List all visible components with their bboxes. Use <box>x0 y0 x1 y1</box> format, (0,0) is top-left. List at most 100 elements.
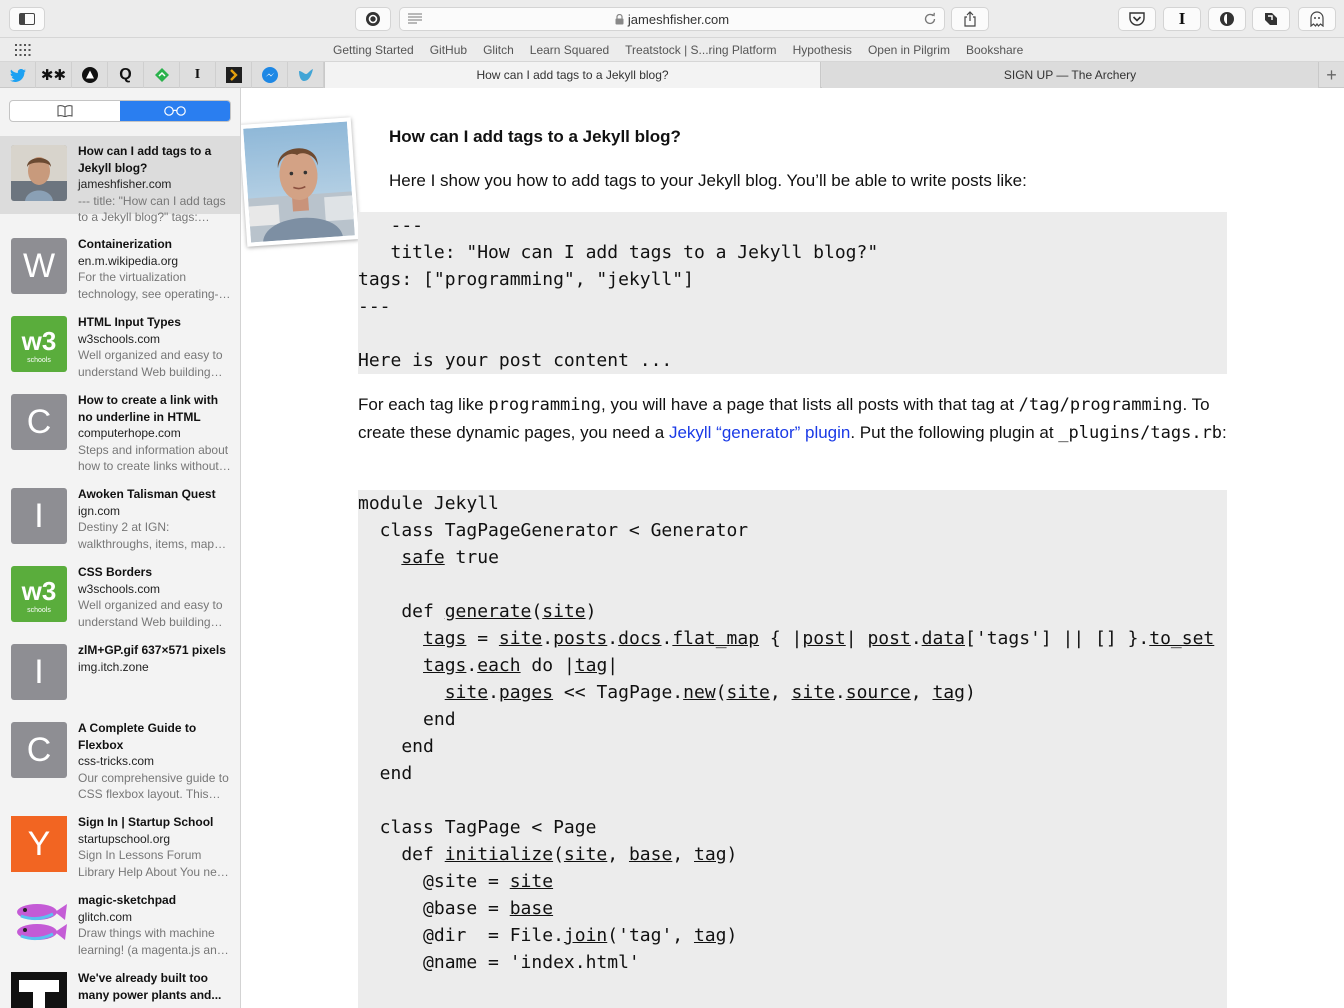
bookmark-github[interactable]: GitHub <box>422 43 475 57</box>
reload-icon[interactable] <box>922 11 938 27</box>
svg-text:schools: schools <box>27 357 51 364</box>
jekyll-generator-link[interactable]: Jekyll “generator” plugin <box>669 423 850 442</box>
reading-list-domain: w3schools.com <box>78 581 161 596</box>
instapaper-icon: I <box>1178 9 1186 28</box>
reading-list-text: Sign In | Startup School startupschool.o… <box>78 814 232 880</box>
reading-list-title: How to create a link with no underline i… <box>78 393 219 424</box>
pinned-tab-quora[interactable]: Q <box>108 62 144 88</box>
pinned-tab-asterisk[interactable]: ✱✱ <box>36 62 72 88</box>
reading-list-item[interactable]: How can I add tags to a Jekyll blog? jam… <box>0 136 240 224</box>
apps-grid-icon[interactable] <box>15 44 31 56</box>
reading-list-item[interactable]: magic-sketchpad glitch.com Draw things w… <box>0 885 240 963</box>
pinned-tab-plex[interactable] <box>216 62 252 88</box>
reading-list-description: Our comprehensive guide to CSS flexbox l… <box>78 770 229 802</box>
paragraph-text: : <box>1222 423 1227 442</box>
w3schools-icon: w3 schools <box>11 566 67 622</box>
tab-inactive[interactable]: SIGN UP — The Archery <box>822 62 1318 88</box>
pocket-button[interactable] <box>1118 7 1156 31</box>
reading-list-domain: glitch.com <box>78 909 133 924</box>
svg-text:w3: w3 <box>21 326 57 356</box>
bookmark-open-in-pilgrim[interactable]: Open in Pilgrim <box>860 43 958 57</box>
bookmark-hypothesis[interactable]: Hypothesis <box>785 43 860 57</box>
reading-list-item[interactable]: I zlM+GP.gif 637×571 pixels img.itch.zon… <box>0 635 240 713</box>
bookmark-treatstock[interactable]: Treatstock | S...ring Platform <box>617 43 784 57</box>
author-portrait-image <box>243 121 355 243</box>
bookmark-glitch[interactable]: Glitch <box>475 43 522 57</box>
letter-thumbnail-icon: I <box>11 644 67 700</box>
reading-list-text: How can I add tags to a Jekyll blog? jam… <box>78 143 232 226</box>
sidebar-toggle-button[interactable] <box>9 7 45 31</box>
instapaper-icon: I <box>194 67 201 82</box>
book-icon <box>57 105 73 117</box>
reading-list-item[interactable]: C A Complete Guide to Flexbox css-tricks… <box>0 713 240 807</box>
bookmark-learn-squared[interactable]: Learn Squared <box>522 43 617 57</box>
reading-list-description: Steps and information about how to creat… <box>78 442 229 474</box>
reading-list-thumbnail <box>11 145 67 201</box>
reading-list-description: Well organized and easy to understand We… <box>78 348 223 379</box>
portrait-thumbnail <box>11 145 67 201</box>
reading-list-item[interactable]: w3 schools CSS Borders w3schools.com Well… <box>0 557 240 635</box>
bookmark-getting-started[interactable]: Getting Started <box>325 43 422 57</box>
techcrunch-icon <box>11 972 67 1008</box>
messenger-icon <box>261 67 278 83</box>
reading-list-item[interactable]: w3 schools HTML Input Types w3schools.com… <box>0 307 240 385</box>
reading-list-description: Sign In Lessons Forum Library Help About… <box>78 848 231 879</box>
bookmark-bookshare[interactable]: Bookshare <box>958 43 1031 57</box>
ghost-icon <box>1310 11 1324 27</box>
pinned-tab-feedly[interactable] <box>144 62 180 88</box>
letter-thumbnail-icon: C <box>11 394 67 450</box>
sidebar-segmented-control <box>9 100 231 122</box>
ghost-extension-button[interactable] <box>1298 7 1336 31</box>
tab-active[interactable]: How can I add tags to a Jekyll blog? <box>324 62 821 88</box>
bookmark-list: Getting Started GitHub Glitch Learn Squa… <box>325 43 1031 57</box>
reading-list-domain: w3schools.com <box>78 331 161 346</box>
reading-list-text: A Complete Guide to Flexbox css-tricks.c… <box>78 720 232 803</box>
address-bar[interactable]: jameshfisher.com <box>399 7 945 31</box>
share-button[interactable] <box>951 7 989 31</box>
reading-list-domain: jameshfisher.com <box>78 177 172 191</box>
ycombinator-icon: Y <box>11 816 67 872</box>
reading-list-tab-button[interactable] <box>120 101 230 121</box>
reader-content: How can I add tags to a Jekyll blog? Her… <box>241 88 1344 1008</box>
letter-thumbnail-icon: W <box>11 238 67 294</box>
reading-list-text: HTML Input Types w3schools.com Well orga… <box>78 314 232 380</box>
new-tab-button[interactable]: + <box>1318 62 1344 88</box>
feedly-icon <box>154 68 169 82</box>
extension-button[interactable] <box>355 7 391 31</box>
reading-list-domain: css-tricks.com <box>78 754 154 768</box>
plex-icon <box>225 67 242 83</box>
reading-list-item[interactable]: We've already built too many power plant… <box>0 963 240 1008</box>
pinned-tab-instapaper[interactable]: I <box>180 62 216 88</box>
letter-thumbnail-icon: I <box>11 488 67 544</box>
reading-list-text: Awoken Talisman Quest ign.com Destiny 2 … <box>78 486 232 552</box>
reading-list-domain: startupschool.org <box>78 831 171 846</box>
article-title: How can I add tags to a Jekyll blog? <box>389 127 681 146</box>
code-block-plugin: module Jekyll class TagPageGenerator < G… <box>358 490 1227 1008</box>
paragraph-text: For each tag like <box>358 395 489 414</box>
code-block-frontmatter: --- title: "How can I add tags to a Jeky… <box>358 212 1227 374</box>
hypothesis-button[interactable] <box>1252 7 1290 31</box>
pinned-tab-bird[interactable] <box>288 62 324 88</box>
reading-list-item[interactable]: C How to create a link with no underline… <box>0 385 240 479</box>
pinned-tab-messenger[interactable] <box>252 62 288 88</box>
pinned-tabs: ✱✱ Q I <box>0 62 324 88</box>
instapaper-button[interactable]: I <box>1163 7 1201 31</box>
url-text[interactable]: jameshfisher.com <box>400 12 944 27</box>
plus-icon: + <box>1326 64 1337 85</box>
bird-icon <box>298 69 313 81</box>
svg-text:w3: w3 <box>21 576 57 606</box>
pinned-tab-triangle[interactable] <box>72 62 108 88</box>
reading-list-item[interactable]: I Awoken Talisman Quest ign.com Destiny … <box>0 479 240 557</box>
reading-list-text: zlM+GP.gif 637×571 pixels img.itch.zone <box>78 642 232 675</box>
reading-list-description: --- title: "How can I add tags to a Jeky… <box>78 193 226 225</box>
svg-text:schools: schools <box>27 607 51 614</box>
reading-list-description: For the virtualization technology, see o… <box>78 270 219 301</box>
reading-list-item[interactable]: W Containerization en.m.wikipedia.org Fo… <box>0 229 240 307</box>
reading-list-item[interactable]: Y Sign In | Startup School startupschool… <box>0 807 240 885</box>
ghostery-button[interactable] <box>1208 7 1246 31</box>
bookmarks-tab-button[interactable] <box>10 101 120 121</box>
reading-list-description: Well organized and easy to understand We… <box>78 598 223 629</box>
pinned-tab-twitter[interactable] <box>0 62 36 88</box>
quora-icon: Q <box>119 66 132 83</box>
reading-list-domain: computerhope.com <box>78 426 181 440</box>
